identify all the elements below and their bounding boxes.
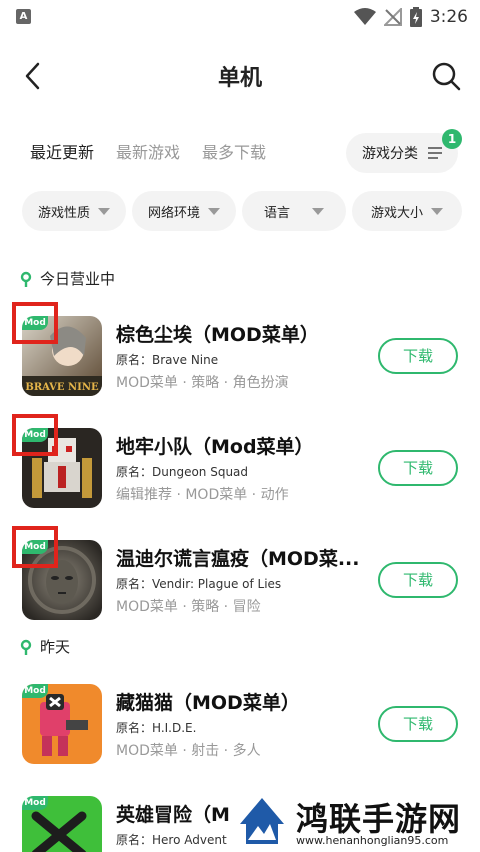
list-item[interactable]: Mod 地牢小队（Mod菜单） 原名：Dungeon Squad 编辑推荐 · … [0, 414, 480, 528]
page-title: 单机 [217, 66, 262, 91]
active-tab-underline [30, 162, 95, 168]
game-tags: MOD菜单 · 策略 · 冒险 [116, 599, 261, 615]
download-button[interactable]: 下载 [378, 706, 458, 742]
tab-new-games[interactable]: 最新游戏 [116, 140, 180, 170]
download-button[interactable]: 下载 [378, 450, 458, 486]
section-today: 今日营业中 [20, 268, 115, 289]
filter-game-size[interactable]: 游戏大小 [352, 191, 462, 231]
location-pin-icon [20, 639, 32, 655]
status-icons: 3:26 [353, 6, 468, 28]
game-name: 温迪尔谎言瘟疫（MOD菜... [116, 548, 360, 570]
filter-game-nature[interactable]: 游戏性质 [22, 191, 126, 231]
tab-recent-update[interactable]: 最近更新 [30, 140, 95, 170]
section-yesterday: 昨天 [20, 636, 70, 657]
search-icon[interactable] [430, 60, 462, 92]
sort-tabs: 最近更新 最新游戏 最多下载 [30, 140, 266, 170]
game-name: 藏猫猫（MOD菜单） [116, 692, 300, 714]
game-tags: MOD菜单 · 策略 · 角色扮演 [116, 375, 289, 391]
section-title: 今日营业中 [40, 270, 116, 288]
highlight-box [12, 302, 58, 344]
caret-down-icon [431, 207, 443, 215]
download-button[interactable]: 下载 [378, 562, 458, 598]
section-title: 昨天 [40, 638, 71, 656]
app-notification-icon: A [16, 9, 31, 24]
filter-network[interactable]: 网络环境 [132, 191, 236, 231]
filter-label: 游戏性质 [37, 205, 90, 221]
status-time: 3:26 [429, 7, 468, 27]
list-item[interactable]: Mod 藏猫猫（MOD菜单） 原名：H.I.D.E. MOD菜单 · 射击 · … [0, 684, 480, 784]
mod-badge: Mod [22, 796, 48, 810]
tab-label: 最多下载 [202, 143, 267, 162]
list-item[interactable]: Mod 温迪尔谎言瘟疫（MOD菜... 原名：Vendir: Plague of… [0, 526, 480, 640]
highlight-box [12, 414, 58, 456]
no-signal-icon [383, 8, 402, 26]
game-name: 英雄冒险（M [116, 804, 230, 826]
wifi-icon [353, 8, 376, 25]
download-button[interactable]: 下载 [378, 338, 458, 374]
site-logo-icon [240, 798, 284, 844]
filter-label: 语言 [263, 205, 290, 221]
caret-down-icon [208, 207, 220, 215]
watermark: 鸿联手游网 www.henanhonglian95.com [232, 790, 480, 852]
list-item[interactable]: BRAVE NINE Mod 棕色尘埃（MOD菜单） 原名：Brave Nine… [0, 302, 480, 416]
game-category-label: 游戏分类 [362, 146, 418, 162]
tab-most-downloads[interactable]: 最多下载 [202, 140, 266, 170]
status-bar: A 3:26 [0, 0, 480, 34]
game-original-name: 原名：Vendir: Plague of Lies [116, 577, 282, 591]
game-tags: MOD菜单 · 射击 · 多人 [116, 743, 261, 759]
caret-down-icon [312, 207, 324, 215]
header: 单机 [0, 48, 480, 104]
location-pin-icon [20, 271, 32, 287]
category-badge: 1 [442, 129, 462, 149]
filter-bar: 游戏性质 网络环境 语言 游戏大小 [22, 191, 462, 231]
svg-text:BRAVE NINE: BRAVE NINE [25, 382, 99, 393]
game-name: 地牢小队（Mod菜单） [116, 436, 314, 458]
game-name: 棕色尘埃（MOD菜单） [116, 324, 319, 346]
game-original-name: 原名：Dungeon Squad [116, 465, 249, 479]
tab-label: 最新游戏 [116, 143, 181, 162]
battery-icon [409, 7, 422, 27]
game-original-name: 原名：H.I.D.E. [116, 721, 197, 735]
game-original-name: 原名：Brave Nine [116, 353, 219, 367]
game-tags: 编辑推荐 · MOD菜单 · 动作 [116, 487, 289, 503]
filter-label: 游戏大小 [370, 205, 423, 221]
highlight-box [12, 526, 58, 568]
game-original-name: 原名：Hero Advent [116, 833, 227, 847]
filter-language[interactable]: 语言 [242, 191, 346, 231]
mod-badge: Mod [22, 684, 48, 698]
menu-icon [428, 147, 442, 159]
tab-label: 最近更新 [30, 143, 95, 162]
watermark-url: www.henanhonglian95.com [296, 834, 449, 847]
filter-label: 网络环境 [147, 205, 200, 221]
caret-down-icon [98, 207, 110, 215]
